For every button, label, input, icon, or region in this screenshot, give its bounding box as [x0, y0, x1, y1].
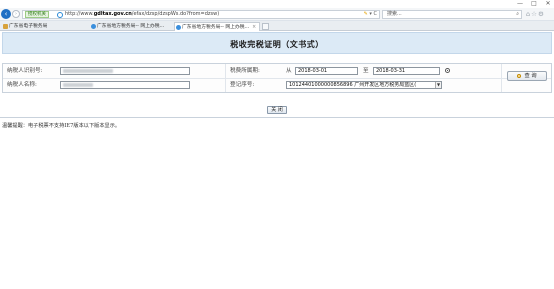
url-text[interactable]: http://www.gdltax.gov.cn/efax/dzsp/dzspW…: [65, 11, 219, 18]
redacted-value: [63, 83, 93, 87]
ie-tab-icon: [91, 24, 96, 29]
tab-online-tax-2[interactable]: 广东省地方税务局-- 网上办税... ×: [174, 22, 260, 31]
ie-page-icon: [57, 11, 63, 18]
refresh-icon[interactable]: ✎ ▾ C: [364, 11, 377, 18]
ie-tab-icon: [176, 25, 181, 30]
taxpayer-name-field[interactable]: [60, 81, 190, 89]
period-radio[interactable]: [445, 68, 450, 73]
taxpayer-name-label: 纳税人名称:: [7, 82, 37, 88]
taxpayer-id-field[interactable]: [60, 67, 190, 75]
divider: [0, 117, 554, 118]
taxpayer-id-label: 纳税人识别号:: [7, 68, 43, 74]
forward-arrow-icon[interactable]: ›: [12, 10, 20, 18]
home-favorites-settings-icons[interactable]: ⌂☆⚙: [526, 10, 545, 19]
redacted-value: [63, 69, 113, 73]
tab-online-tax-1[interactable]: 广东省地方税务局-- 网上办税...: [90, 22, 174, 31]
date-from-field[interactable]: 2018-03-01: [295, 67, 358, 75]
registration-label: 登记序号:: [230, 82, 255, 88]
address-bar[interactable]: 授权机关 http://www.gdltax.gov.cn/efax/dzsp/…: [22, 10, 380, 19]
maximize-button[interactable]: □: [527, 0, 541, 8]
date-to-field[interactable]: 2018-03-31: [373, 67, 440, 75]
favorite-icon: [3, 24, 8, 29]
close-button[interactable]: 关 闭: [267, 106, 287, 114]
search-icon[interactable]: ⌕: [516, 11, 519, 18]
from-label: 从: [286, 68, 292, 74]
column-divider: [501, 64, 502, 92]
close-tab-icon[interactable]: ×: [252, 25, 256, 30]
registration-select[interactable]: 10124401000000856896 广州开发区地方税务局蓝区( ▼: [286, 81, 442, 89]
page-title: 税收完税证明（文书式）: [2, 32, 552, 54]
close-window-button[interactable]: ✕: [541, 0, 554, 8]
favorite-link-tax-bureau[interactable]: 广东省电子税务局: [2, 22, 88, 31]
chevron-down-icon[interactable]: ▼: [435, 82, 441, 88]
window-titlebar: — □ ✕: [0, 0, 554, 8]
query-button[interactable]: 查 询: [507, 71, 547, 81]
query-form: 纳税人识别号: 纳税人名称: 税费所属期: 从 2018-03-01 至 201…: [2, 63, 552, 93]
minimize-button[interactable]: —: [513, 0, 527, 8]
search-input[interactable]: 搜索... ⌕: [382, 10, 522, 19]
new-tab-icon[interactable]: [262, 23, 269, 30]
search-icon: [517, 73, 522, 78]
to-label: 至: [363, 68, 369, 74]
back-arrow-icon[interactable]: ‹: [1, 9, 11, 19]
browser-navbar: ‹ › 授权机关 http://www.gdltax.gov.cn/efax/d…: [0, 8, 554, 21]
tax-period-label: 税费所属期:: [230, 68, 260, 74]
column-divider: [225, 64, 226, 92]
row-divider: [3, 78, 551, 79]
browser-tip-text: 温馨提醒：电子税票不支持IE7版本以下版本显示。: [2, 123, 121, 129]
tab-bar: 广东省电子税务局 广东省地方税务局-- 网上办税... 广东省地方税务局-- 网…: [0, 21, 554, 31]
secure-badge: 授权机关: [25, 11, 49, 18]
